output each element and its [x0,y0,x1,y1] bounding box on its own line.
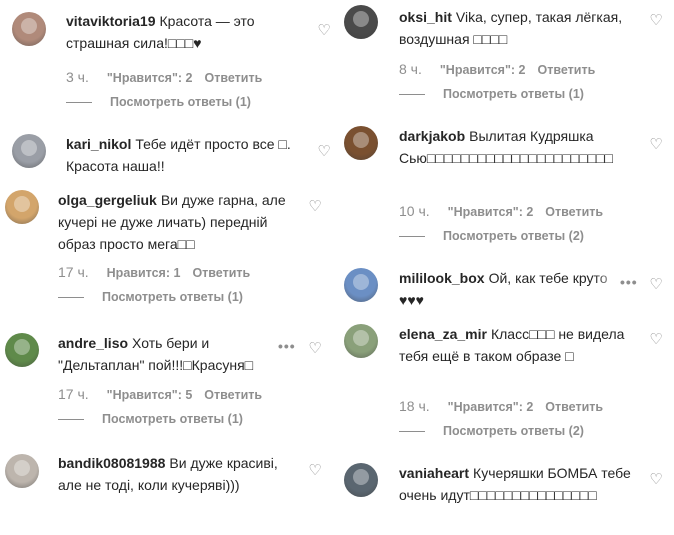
replies-divider [399,94,425,96]
comment-text: oksi_hit Vika, супер, такая лёгкая, возду… [399,6,637,50]
reply-button[interactable]: Ответить [538,63,596,77]
comment-text: mililook_box Ой, как тебе круто ♥♥♥ [399,267,624,311]
like-heart-icon[interactable]: ♡ [649,277,663,292]
replies-divider [66,102,92,104]
replies-divider [399,431,425,433]
like-heart-icon[interactable]: ♡ [649,13,663,28]
comment-text: darkjakob Вылитая Кудряшка Сью□□□□□□□□□□□… [399,125,617,169]
avatar[interactable] [5,190,39,224]
comment-username[interactable]: oksi_hit [399,9,452,25]
comment-time: 10 ч. [399,203,430,219]
more-options-icon[interactable]: ••• [278,338,296,354]
view-replies-label: Посмотреть ответы (1) [102,290,243,304]
comment-username[interactable]: olga_gergeliuk [58,192,157,208]
comment-text: vitaviktoria19 Красота — это страшная сил… [66,10,276,54]
likes-count[interactable]: "Нравится": 2 [107,71,193,85]
comment-meta: 18 ч. "Нравится": 2 Ответить [399,398,603,414]
like-heart-icon[interactable]: ♡ [317,144,331,159]
comment-username[interactable]: andre_liso [58,335,128,351]
more-options-icon[interactable]: ••• [620,274,638,290]
view-replies-label: Посмотреть ответы (2) [443,229,584,243]
avatar[interactable] [344,5,378,39]
likes-count[interactable]: "Нравится": 2 [440,63,526,77]
comment-meta: 17 ч. "Нравится": 5 Ответить [58,386,262,402]
comment-username[interactable]: mililook_box [399,270,485,286]
reply-button[interactable]: Ответить [204,388,262,402]
view-replies-button[interactable]: Посмотреть ответы (1) [66,95,251,109]
view-replies-button[interactable]: Посмотреть ответы (2) [399,229,584,243]
comment-time: 3 ч. [66,69,89,85]
comment-meta: 3 ч. "Нравится": 2 Ответить [66,69,262,85]
like-heart-icon[interactable]: ♡ [649,472,663,487]
comment-username[interactable]: bandik08081988 [58,455,165,471]
comment-username[interactable]: vaniaheart [399,465,469,481]
comment-time: 18 ч. [399,398,430,414]
view-replies-button[interactable]: Посмотреть ответы (1) [399,87,584,101]
reply-button[interactable]: Ответить [545,205,603,219]
likes-count[interactable]: "Нравится": 2 [448,400,534,414]
like-heart-icon[interactable]: ♡ [308,199,322,214]
likes-count[interactable]: "Нравится": 2 [448,205,534,219]
avatar[interactable] [5,333,39,367]
comment-text: olga_gergeliuk Ви дуже гарна, але кучері … [58,189,286,255]
likes-count[interactable]: Нравится: 1 [107,266,181,280]
avatar[interactable] [344,463,378,497]
comment-text: andre_liso Хоть бери и "Дельтаплан" пой!!… [58,332,276,376]
comment-time: 17 ч. [58,386,89,402]
comment-username[interactable]: elena_za_mir [399,326,487,342]
view-replies-label: Посмотреть ответы (1) [102,412,243,426]
comment-time: 17 ч. [58,264,89,280]
replies-divider [58,297,84,299]
avatar[interactable] [5,454,39,488]
view-replies-label: Посмотреть ответы (1) [443,87,584,101]
reply-button[interactable]: Ответить [545,400,603,414]
comments-column-left: vitaviktoria19 Красота — это страшная сил… [0,0,337,535]
like-heart-icon[interactable]: ♡ [317,23,331,38]
comment-text: vaniaheart Кучеряшки БОМБА тебе очень иду… [399,462,637,506]
comment-time: 8 ч. [399,61,422,77]
avatar[interactable] [344,126,378,160]
comment-meta: 8 ч. "Нравится": 2 Ответить [399,61,595,77]
view-replies-button[interactable]: Посмотреть ответы (2) [399,424,584,438]
view-replies-button[interactable]: Посмотреть ответы (1) [58,290,243,304]
replies-divider [399,236,425,238]
avatar[interactable] [12,134,46,168]
like-heart-icon[interactable]: ♡ [649,332,663,347]
comment-username[interactable]: vitaviktoria19 [66,13,156,29]
comment-text: elena_za_mir Класс□□□ не видела тебя ещё … [399,323,641,367]
avatar[interactable] [12,12,46,46]
comments-column-right: oksi_hit Vika, супер, такая лёгкая, возду… [337,0,674,535]
likes-count[interactable]: "Нравится": 5 [107,388,193,402]
avatar[interactable] [344,268,378,302]
replies-divider [58,419,84,421]
view-replies-label: Посмотреть ответы (1) [110,95,251,109]
comment-username[interactable]: darkjakob [399,128,465,144]
view-replies-label: Посмотреть ответы (2) [443,424,584,438]
view-replies-button[interactable]: Посмотреть ответы (1) [58,412,243,426]
comment-username[interactable]: kari_nikol [66,136,131,152]
like-heart-icon[interactable]: ♡ [649,137,663,152]
reply-button[interactable]: Ответить [192,266,250,280]
reply-button[interactable]: Ответить [205,71,263,85]
like-heart-icon[interactable]: ♡ [308,463,322,478]
comment-text: kari_nikol Тебе идёт просто все □. Красот… [66,133,298,177]
avatar[interactable] [344,324,378,358]
comment-text: bandik08081988 Ви дуже красиві, але не то… [58,452,283,496]
like-heart-icon[interactable]: ♡ [308,341,322,356]
comment-meta: 17 ч. Нравится: 1 Ответить [58,264,250,280]
comment-meta: 10 ч. "Нравится": 2 Ответить [399,203,603,219]
